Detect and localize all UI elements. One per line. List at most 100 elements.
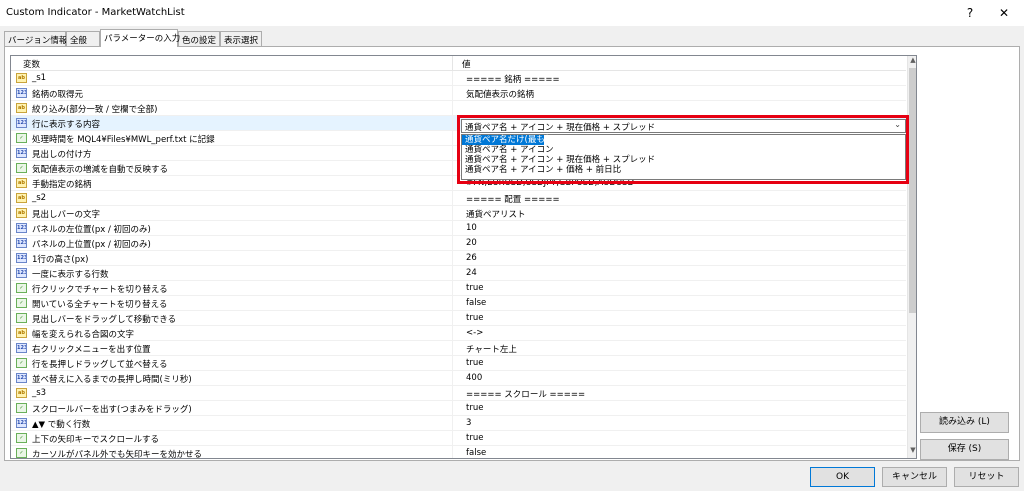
parameter-value[interactable]: ===== スクロール ===== xyxy=(466,388,585,400)
parameter-name: 幅を変えられる合図の文字 xyxy=(32,330,135,340)
parameters-panel: 変数 値 ab _s1 ===== 銘柄 ===== 123 銘柄の取得元 気配値表示の銘… xyxy=(4,46,1020,461)
reset-button[interactable]: リセット xyxy=(954,467,1019,487)
boolean-type-icon: ✓ xyxy=(16,283,27,293)
integer-type-icon: 123 xyxy=(16,253,27,263)
parameter-row[interactable]: 123 パネルの上位置(px / 初回のみ) 20 xyxy=(11,236,906,251)
integer-type-icon: 123 xyxy=(16,223,27,233)
parameter-row[interactable]: 123 銘柄の取得元 気配値表示の銘柄 xyxy=(11,86,906,101)
parameter-name: 手動指定の銘柄 xyxy=(32,180,92,190)
parameter-row[interactable]: ab _s1 ===== 銘柄 ===== xyxy=(11,71,906,86)
parameter-name: パネルの上位置(px / 初回のみ) xyxy=(32,240,151,250)
parameter-row[interactable]: ✓ 行を長押しドラッグして並べ替える true xyxy=(11,356,906,371)
boolean-type-icon: ✓ xyxy=(16,358,27,368)
parameter-row[interactable]: ✓ 行クリックでチャートを切り替える true xyxy=(11,281,906,296)
parameter-value[interactable]: true xyxy=(466,313,483,323)
parameter-value[interactable]: <-> xyxy=(466,328,483,338)
parameter-row[interactable]: ✓ 見出しバーをドラッグして移動できる true xyxy=(11,311,906,326)
integer-type-icon: 123 xyxy=(16,118,27,128)
parameter-name: ▲▼ で動く行数 xyxy=(32,420,91,430)
parameter-value[interactable]: ===== 銘柄 ===== xyxy=(466,73,560,85)
scroll-down-icon[interactable]: ▼ xyxy=(908,446,916,458)
parameter-value[interactable]: 気配値表示の銘柄 xyxy=(466,88,534,100)
parameter-name: カーソルがパネル外でも矢印キーを効かせる xyxy=(32,450,203,459)
tab-general[interactable]: 全般 xyxy=(66,31,100,46)
parameter-name: 右クリックメニューを出す位置 xyxy=(32,345,151,355)
parameter-name: _s2 xyxy=(32,193,47,203)
string-type-icon: ab xyxy=(16,208,27,218)
parameter-row[interactable]: ab _s2 ===== 配置 ===== xyxy=(11,191,906,206)
header-value[interactable]: 値 xyxy=(462,58,471,70)
title-bar: Custom Indicator - MarketWatchList ? ✕ xyxy=(0,0,1024,26)
parameter-row[interactable]: 123 ▲▼ で動く行数 3 xyxy=(11,416,906,431)
parameter-value[interactable]: 24 xyxy=(466,268,477,278)
parameter-row[interactable]: ab _s3 ===== スクロール ===== xyxy=(11,386,906,401)
header-variable[interactable]: 変数 xyxy=(23,58,40,70)
parameter-value[interactable]: 通貨ペアリスト xyxy=(466,208,526,220)
ok-button[interactable]: OK xyxy=(810,467,875,487)
boolean-type-icon: ✓ xyxy=(16,448,27,458)
parameter-value[interactable]: 20 xyxy=(466,238,477,248)
parameter-name: _s1 xyxy=(32,73,47,83)
tab-visualization[interactable]: 表示選択 xyxy=(220,31,262,46)
close-button[interactable]: ✕ xyxy=(984,0,1024,26)
parameter-name: 行クリックでチャートを切り替える xyxy=(32,285,168,295)
boolean-type-icon: ✓ xyxy=(16,313,27,323)
boolean-type-icon: ✓ xyxy=(16,298,27,308)
load-button[interactable]: 読み込み (L) xyxy=(920,412,1009,433)
parameter-name: 見出しバーをドラッグして移動できる xyxy=(32,315,177,325)
parameter-row[interactable]: 123 パネルの左位置(px / 初回のみ) 10 xyxy=(11,221,906,236)
scroll-thumb[interactable] xyxy=(909,68,916,313)
parameter-name: 行を長押しドラッグして並べ替える xyxy=(32,360,168,370)
parameter-value[interactable]: チャート左上 xyxy=(466,343,517,355)
integer-type-icon: 123 xyxy=(16,238,27,248)
parameter-value[interactable]: false xyxy=(466,448,486,458)
parameter-value[interactable]: true xyxy=(466,358,483,368)
string-type-icon: ab xyxy=(16,193,27,203)
parameter-name: 見出しの付け方 xyxy=(32,150,92,160)
tab-parameters[interactable]: パラメーターの入力 xyxy=(100,29,180,47)
cancel-button[interactable]: キャンセル xyxy=(882,467,947,487)
parameter-value[interactable]: true xyxy=(466,283,483,293)
string-type-icon: ab xyxy=(16,388,27,398)
parameter-name: 見出しバーの文字 xyxy=(32,210,101,220)
annotation-highlight-box xyxy=(457,115,909,184)
parameter-value[interactable]: true xyxy=(466,403,483,413)
parameter-name: 処理時間を MQL4¥Files¥MWL_perf.txt に記録 xyxy=(32,135,215,145)
parameter-row[interactable]: ab 幅を変えられる合図の文字 <-> xyxy=(11,326,906,341)
parameter-row[interactable]: 123 右クリックメニューを出す位置 チャート左上 xyxy=(11,341,906,356)
boolean-type-icon: ✓ xyxy=(16,403,27,413)
parameter-value[interactable]: 26 xyxy=(466,253,477,263)
parameter-row[interactable]: ✓ 開いている全チャートを切り替える false xyxy=(11,296,906,311)
parameter-value[interactable]: ===== 配置 ===== xyxy=(466,193,560,205)
parameter-value[interactable]: 400 xyxy=(466,373,482,383)
string-type-icon: ab xyxy=(16,103,27,113)
parameter-row[interactable]: ✓ カーソルがパネル外でも矢印キーを効かせる false xyxy=(11,446,906,459)
parameter-row[interactable]: 123 一度に表示する行数 24 xyxy=(11,266,906,281)
parameter-row[interactable]: ✓ スクロールバーを出す(つまみをドラッグ) true xyxy=(11,401,906,416)
parameter-row[interactable]: 123 並べ替えに入るまでの長押し時間(ミリ秒) 400 xyxy=(11,371,906,386)
parameter-row[interactable]: 123 1行の高さ(px) 26 xyxy=(11,251,906,266)
integer-type-icon: 123 xyxy=(16,268,27,278)
parameter-row[interactable]: ab 見出しバーの文字 通貨ペアリスト xyxy=(11,206,906,221)
tab-version-info[interactable]: バージョン情報 xyxy=(4,31,67,46)
parameter-value[interactable]: true xyxy=(466,433,483,443)
tab-colors[interactable]: 色の設定 xyxy=(178,31,220,46)
parameter-name: 行に表示する内容 xyxy=(32,120,101,130)
boolean-type-icon: ✓ xyxy=(16,433,27,443)
parameter-value[interactable]: false xyxy=(466,298,486,308)
parameter-value[interactable]: 10 xyxy=(466,223,477,233)
scroll-up-icon[interactable]: ▲ xyxy=(908,56,916,68)
parameter-name: 開いている全チャートを切り替える xyxy=(32,300,168,310)
integer-type-icon: 123 xyxy=(16,88,27,98)
parameter-name: 気配値表示の増減を自動で反映する xyxy=(32,165,169,175)
parameter-value[interactable]: 3 xyxy=(466,418,471,428)
parameter-name: 1行の高さ(px) xyxy=(32,255,89,265)
parameter-name: 並べ替えに入るまでの長押し時間(ミリ秒) xyxy=(32,375,192,385)
parameter-row[interactable]: ✓ 上下の矢印キーでスクロールする true xyxy=(11,431,906,446)
boolean-type-icon: ✓ xyxy=(16,163,27,173)
integer-type-icon: 123 xyxy=(16,343,27,353)
parameter-name: 一度に表示する行数 xyxy=(32,270,109,280)
parameter-row[interactable]: ab 絞り込み(部分一致 / 空欄で全部) xyxy=(11,101,906,116)
save-button[interactable]: 保存 (S) xyxy=(920,439,1009,460)
parameter-name: 銘柄の取得元 xyxy=(32,90,84,100)
